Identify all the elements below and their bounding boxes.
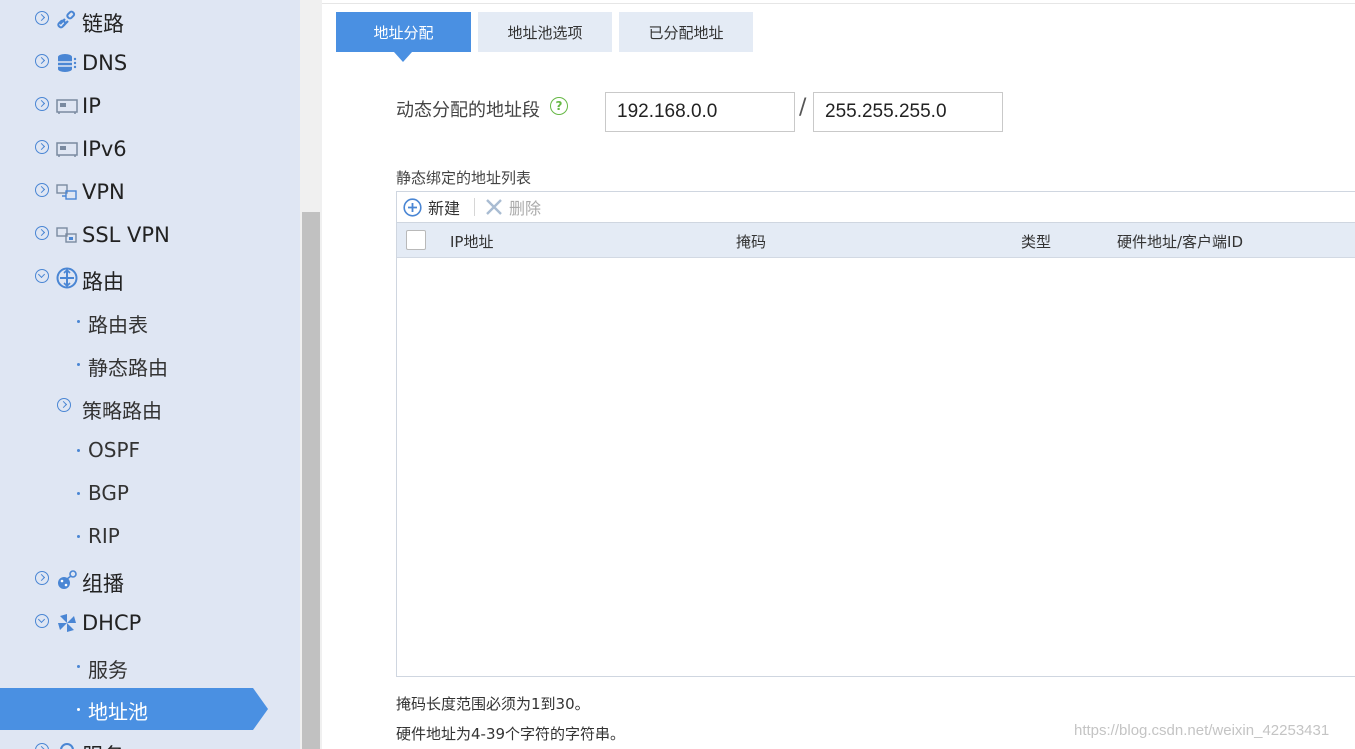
bullet-icon [77,363,80,366]
tab-pool-options[interactable]: 地址池选项 [478,12,612,52]
link-icon [56,10,78,30]
scrollbar-thumb[interactable] [302,212,320,749]
new-button-label: 新建 [428,199,461,218]
expand-icon[interactable] [35,183,49,197]
tab-allocated-addresses[interactable]: 已分配地址 [619,12,753,52]
sidebar-item-label: 服务 [82,740,124,749]
expand-icon[interactable] [57,398,71,412]
collapse-icon[interactable] [35,269,49,283]
main-content: 地址分配 地址池选项 已分配地址 动态分配的地址段 ? 192.168.0.0 … [322,0,1355,749]
bullet-icon [77,665,80,668]
select-all-checkbox[interactable] [406,230,426,250]
delete-button-label: 删除 [509,199,542,218]
sidebar-item-dhcp[interactable]: DHCP [0,609,300,639]
column-header-mask[interactable]: 掩码 [736,231,766,252]
table-header: IP地址 掩码 类型 硬件地址/客户端ID [397,223,1355,258]
sidebar-item-label: SSL VPN [82,223,170,247]
help-icon[interactable]: ? [550,97,568,115]
sidebar-item-dhcp-service[interactable]: 服务 [0,652,300,682]
expand-icon[interactable] [35,140,49,154]
expand-icon[interactable] [35,54,49,68]
sidebar-item-label: BGP [88,481,129,505]
table-toolbar: 新建 删除 [397,192,1355,223]
sidebar-item-label: 链路 [82,12,124,36]
sidebar: 链路 DNS IP IPv6 VPN SSL VPN 路由 路由表 静态路由 策… [0,0,300,749]
bullet-icon [77,535,80,538]
column-header-type[interactable]: 类型 [1021,231,1051,252]
sidebar-item-label: 路由 [82,270,124,294]
network-address-input[interactable]: 192.168.0.0 [605,92,795,132]
column-header-hardware-address[interactable]: 硬件地址/客户端ID [1117,231,1243,252]
hardware-address-note: 硬件地址为4-39个字符的字符串。 [396,725,626,743]
bullet-icon [77,492,80,495]
sidebar-item-link[interactable]: 链路 [0,6,300,36]
expand-icon[interactable] [35,743,49,749]
expand-icon[interactable] [35,226,49,240]
sidebar-item-multicast[interactable]: 组播 [0,566,300,596]
sidebar-item-label: 路由表 [88,313,148,337]
app-root: 链路 DNS IP IPv6 VPN SSL VPN 路由 路由表 静态路由 策… [0,0,1355,749]
new-button[interactable]: 新建 [403,196,460,218]
expand-icon[interactable] [35,97,49,111]
expand-icon[interactable] [35,11,49,25]
tab-address-allocation[interactable]: 地址分配 [336,12,471,62]
static-binding-table: 新建 删除 IP地址 掩码 类型 硬件地址/客户端ID [396,191,1355,677]
bullet-icon [77,708,80,711]
dhcp-icon [56,613,78,633]
sidebar-item-bgp[interactable]: BGP [0,479,300,509]
sidebar-item-policy-route[interactable]: 策略路由 [0,393,300,423]
toolbar-divider [474,198,475,216]
expand-icon[interactable] [35,571,49,585]
network-card-icon [56,139,78,159]
mask-separator: / [799,95,807,120]
sidebar-item-route-table[interactable]: 路由表 [0,307,300,337]
sidebar-item-address-pool[interactable]: 地址池 [0,688,268,730]
sidebar-item-ssl-vpn[interactable]: SSL VPN [0,221,300,251]
sidebar-item-label: DNS [82,51,128,75]
sidebar-item-ospf[interactable]: OSPF [0,436,300,466]
delete-button[interactable]: 删除 [485,196,541,218]
sidebar-item-ip[interactable]: IP [0,92,300,122]
sidebar-item-label: 地址池 [88,700,148,724]
sidebar-item-label: OSPF [88,438,141,462]
column-header-ip[interactable]: IP地址 [450,231,493,252]
top-divider [322,0,1355,4]
database-icon [56,53,78,73]
bullet-icon [77,320,80,323]
sidebar-item-label: 静态路由 [88,356,168,380]
sidebar-item-routing[interactable]: 路由 [0,264,300,294]
ssl-vpn-icon [56,225,78,245]
service-icon [56,742,78,749]
sidebar-item-rip[interactable]: RIP [0,522,300,552]
multicast-icon [56,570,78,590]
sidebar-item-service[interactable]: 服务 [0,738,300,749]
bullet-icon [77,449,80,452]
vpn-icon [56,182,78,202]
subnet-mask-input[interactable]: 255.255.255.0 [813,92,1003,132]
dynamic-range-label: 动态分配的地址段 [396,100,540,121]
sidebar-item-dns[interactable]: DNS [0,49,300,79]
network-card-icon [56,96,78,116]
sidebar-item-ipv6[interactable]: IPv6 [0,135,300,165]
delete-icon [485,198,503,216]
sidebar-item-label: DHCP [82,611,142,635]
sidebar-item-label: RIP [88,524,120,548]
sidebar-item-label: 策略路由 [82,399,162,423]
sidebar-item-label: 服务 [88,658,128,682]
add-icon [403,197,422,217]
active-pointer [253,688,268,730]
static-list-title: 静态绑定的地址列表 [396,169,532,187]
table-body [397,258,1355,676]
collapse-icon[interactable] [35,614,49,628]
sidebar-item-label: VPN [82,180,125,204]
sidebar-item-static-route[interactable]: 静态路由 [0,350,300,380]
watermark: https://blog.csdn.net/weixin_42253431 [1074,722,1330,739]
sidebar-item-vpn[interactable]: VPN [0,178,300,208]
sidebar-item-label: 组播 [82,572,124,596]
sidebar-item-label: IP [82,94,101,118]
sidebar-item-label: IPv6 [82,137,127,161]
mask-length-note: 掩码长度范围必须为1到30。 [396,695,590,713]
router-icon [56,267,78,289]
